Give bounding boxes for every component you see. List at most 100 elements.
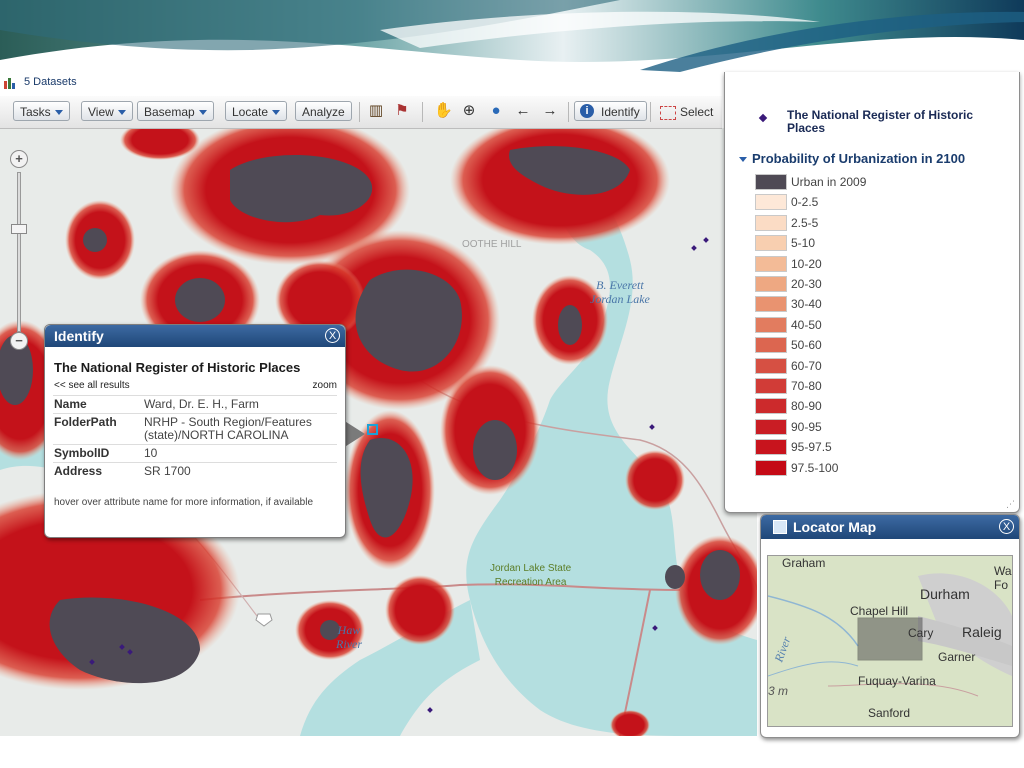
attribute-name[interactable]: Name — [53, 395, 143, 414]
legend-swatch — [755, 296, 787, 313]
locator-scale-label: 3 m — [768, 684, 789, 698]
resize-grip-icon[interactable]: ⋰ — [1006, 499, 1016, 509]
legend-swatch — [755, 194, 787, 211]
legend-class-label: 60-70 — [791, 358, 822, 373]
map-label-lake: B. Everett Jordan Lake — [590, 278, 650, 306]
zoom-in-magnifier-icon[interactable]: ⊕ — [460, 102, 478, 120]
locator-place-label: Sanford — [868, 706, 911, 720]
identify-button[interactable]: i Identify — [574, 101, 647, 121]
locator-place-label: Durham — [920, 586, 970, 602]
identify-popup: Identify X The National Register of Hist… — [44, 324, 346, 538]
locator-place-label: Garner — [938, 650, 976, 664]
attribute-value: 10 — [143, 444, 337, 463]
locator-place-label: Fo — [994, 578, 1009, 592]
full-extent-globe-icon[interactable]: ● — [487, 102, 505, 120]
chevron-down-icon — [739, 157, 747, 163]
pan-hand-icon[interactable]: ✋ — [434, 102, 453, 120]
chevron-down-icon — [198, 110, 207, 116]
legend-class-label: 40-50 — [791, 317, 822, 332]
locate-label: Locate — [232, 105, 269, 119]
identify-title: Identify — [54, 328, 104, 344]
map-window-icon — [773, 520, 787, 534]
map-label-river: Haw River — [336, 623, 362, 651]
zoom-track[interactable] — [17, 172, 21, 332]
attribute-value: Ward, Dr. E. H., Farm — [143, 395, 337, 414]
tasks-label: Tasks — [20, 105, 51, 119]
view-label: View — [88, 105, 114, 119]
datasets-bar[interactable]: 5 Datasets — [0, 72, 720, 94]
previous-extent-arrow-icon[interactable]: ← — [514, 102, 532, 120]
identify-layer-title: The National Register of Historic Places — [54, 360, 301, 375]
map-label-text: River — [336, 637, 362, 651]
table-row: Name Ward, Dr. E. H., Farm — [53, 395, 337, 414]
locator-place-label: Fuquay-Varina — [858, 674, 936, 688]
legend-swatch — [755, 398, 787, 415]
locator-place-label: Wa — [994, 564, 1012, 578]
analyze-button[interactable]: Analyze — [295, 101, 352, 121]
legend-class-label: 80-90 — [791, 399, 822, 414]
locator-place-label: Cary — [908, 626, 934, 640]
select-button[interactable]: Select — [660, 105, 713, 120]
identify-header: Identify — [45, 325, 345, 347]
legend-group-toggle[interactable]: Probability of Urbanization in 2100 — [739, 151, 965, 166]
close-icon[interactable]: X — [325, 328, 340, 343]
map-toolbar: Tasks View Basemap Locate Analyze ▥ ⚑ ✋ … — [0, 96, 722, 129]
legend-class-label: 2.5-5 — [791, 215, 819, 230]
map-label-place: OOTHE HILL — [462, 239, 522, 250]
zoom-slider[interactable]: + − — [8, 150, 30, 350]
next-extent-arrow-icon[interactable]: → — [541, 102, 559, 120]
locate-menu-button[interactable]: Locate — [225, 101, 288, 121]
map-label-text: Haw — [337, 623, 361, 637]
measure-icon[interactable]: ⚑ — [393, 102, 411, 120]
legend-panel: The National Register of Historic Places… — [724, 72, 1020, 513]
legend-swatch — [755, 174, 787, 190]
zoom-thumb[interactable] — [11, 224, 27, 234]
legend-class-label: 30-40 — [791, 297, 822, 312]
view-menu-button[interactable]: View — [81, 101, 133, 121]
identify-hint: hover over attribute name for more infor… — [54, 497, 314, 508]
datasets-label: 5 Datasets — [24, 76, 77, 88]
legend-swatch — [755, 235, 787, 252]
chevron-down-icon — [272, 110, 281, 116]
attribute-name[interactable]: FolderPath — [53, 413, 143, 445]
legend-class-label: 95-97.5 — [791, 440, 832, 455]
table-row: Address SR 1700 — [53, 462, 337, 480]
identify-label: Identify — [601, 105, 640, 119]
basemap-menu-button[interactable]: Basemap — [137, 101, 214, 121]
map-label-text: Jordan Lake State — [490, 563, 572, 574]
locator-title: Locator Map — [793, 519, 877, 535]
chevron-down-icon — [54, 110, 63, 116]
analyze-label: Analyze — [302, 105, 345, 119]
select-box-icon — [660, 105, 676, 120]
legend-class-label: 10-20 — [791, 256, 822, 271]
legend-swatch — [755, 418, 787, 435]
attribute-name[interactable]: SymbolID — [53, 444, 143, 463]
legend-swatch — [755, 214, 787, 231]
locator-header: Locator Map — [761, 515, 1019, 539]
legend-class-label: 70-80 — [791, 379, 822, 393]
locator-place-label: Raleig — [962, 624, 1002, 640]
legend-swatch — [755, 255, 787, 272]
layers-chart-icon[interactable]: ▥ — [367, 102, 385, 120]
legend-swatch — [755, 337, 787, 354]
info-icon: i — [580, 104, 594, 118]
close-icon[interactable]: X — [999, 519, 1014, 534]
toolbar-divider — [422, 102, 423, 122]
zoom-in-button[interactable]: + — [10, 150, 28, 168]
table-row: SymbolID 10 — [53, 444, 337, 463]
zoom-link[interactable]: zoom — [313, 380, 337, 391]
toolbar-divider — [568, 102, 569, 122]
locator-overview-map[interactable]: Graham Durham Chapel Hill Cary Raleig Ga… — [767, 555, 1013, 727]
map-label-text: B. Everett — [596, 278, 644, 292]
zoom-out-button[interactable]: − — [10, 332, 28, 350]
chevron-down-icon — [117, 110, 126, 116]
attribute-name[interactable]: Address — [53, 462, 143, 480]
see-all-results-link[interactable]: << see all results — [54, 380, 130, 391]
legend-swatch — [755, 316, 787, 333]
header-banner — [0, 0, 1024, 72]
basemap-label: Basemap — [144, 105, 195, 119]
legend-swatch — [755, 357, 787, 374]
legend-class-label: 5-10 — [791, 236, 816, 251]
legend-swatch — [755, 276, 787, 292]
tasks-menu-button[interactable]: Tasks — [13, 101, 70, 121]
